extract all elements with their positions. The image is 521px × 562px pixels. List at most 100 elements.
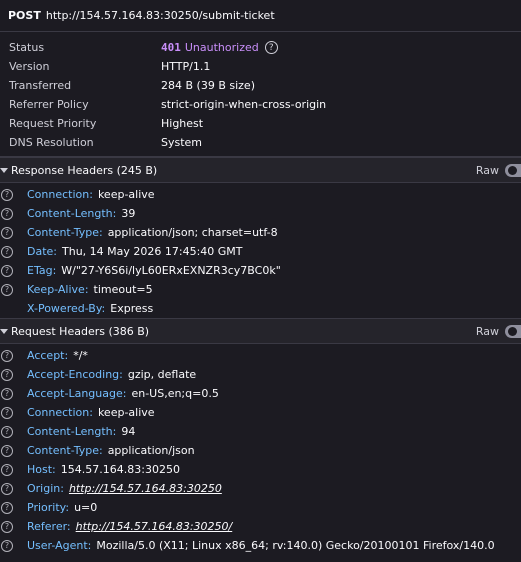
status-text: Unauthorized [184,41,259,54]
help-icon[interactable]: ? [1,349,13,362]
request-url[interactable]: http://154.57.164.83:30250/submit-ticket [46,9,275,22]
summary-row-referrer-policy: Referrer Policy strict-origin-when-cross… [0,95,521,114]
header-name: Priority: [27,501,70,514]
help-icon[interactable]: ? [1,368,13,381]
summary-key: Request Priority [9,117,97,130]
status-code: 401 [161,41,181,54]
help-icon[interactable]: ? [1,188,13,201]
header-row: X-Powered-By: Express [0,299,521,318]
summary-row-request-priority: Request Priority Highest [0,114,521,133]
summary-row-version: Version HTTP/1.1 [0,57,521,76]
help-icon[interactable]: ? [1,444,13,457]
request-summary: Status 401 Unauthorized ? Version HTTP/1… [0,32,521,157]
summary-value: 284 B (39 B size) [161,79,255,92]
header-value: Express [110,302,154,315]
header-name: Content-Length: [27,207,117,220]
header-name: Host: [27,463,56,476]
request-headers-title: Request Headers (386 B) [11,324,150,338]
summary-value: Highest [161,117,204,130]
chevron-down-icon [0,328,8,334]
header-row: ? Referer: http://154.57.164.83:30250/ [0,517,521,536]
header-value: W/"27-Y6S6i/lyL60ERxEXNZR3cy7BC0k" [61,264,281,277]
header-value: application/json; charset=utf-8 [107,226,278,239]
help-icon[interactable]: ? [1,406,13,419]
help-icon[interactable]: ? [1,387,13,400]
header-row: ? Priority: u=0 [0,498,521,517]
help-icon[interactable]: ? [1,264,13,277]
summary-row-transferred: Transferred 284 B (39 B size) [0,76,521,95]
help-icon[interactable]: ? [1,501,13,514]
header-row: ? Content-Type: application/json [0,441,521,460]
header-name: ETag: [27,264,57,277]
raw-toggle[interactable]: Raw [475,324,521,338]
network-request-details-panel: POST http://154.57.164.83:30250/submit-t… [0,0,521,562]
header-row: ? Date: Thu, 14 May 2026 17:45:40 GMT [0,242,521,261]
header-name: Accept-Encoding: [27,368,123,381]
header-value: u=0 [74,501,98,514]
help-icon[interactable]: ? [1,463,13,476]
header-row: ? Connection: keep-alive [0,403,521,422]
header-row: ? Accept: */* [0,346,521,365]
toggle-switch-icon[interactable] [505,324,521,338]
header-value: keep-alive [97,406,155,419]
help-icon[interactable]: ? [264,41,278,54]
toggle-switch-icon[interactable] [505,163,521,177]
header-name: X-Powered-By: [27,302,106,315]
header-name: Accept: [27,349,69,362]
header-name: Content-Type: [27,444,103,457]
header-row: ? ETag: W/"27-Y6S6i/lyL60ERxEXNZR3cy7BC0k" [0,261,521,280]
header-value: 39 [121,207,136,220]
help-icon[interactable]: ? [1,482,13,495]
request-headers-list: ? Accept: */*? Accept-Encoding: gzip, deflat… [0,344,521,555]
header-name: Referer: [27,520,71,533]
help-icon[interactable]: ? [1,520,13,533]
response-headers-title: Response Headers (245 B) [11,163,158,177]
header-row: ? Content-Type: application/json; charset=… [0,223,521,242]
header-row: ? Host: 154.57.164.83:30250 [0,460,521,479]
summary-key: Status [9,41,45,54]
help-icon[interactable]: ? [1,245,13,258]
help-icon[interactable]: ? [1,207,13,220]
help-icon[interactable]: ? [1,425,13,438]
header-row: ? Accept-Encoding: gzip, deflate [0,365,521,384]
summary-value: 401 Unauthorized ? [161,41,278,54]
header-value: en-US,en;q=0.5 [131,387,219,400]
summary-key: Transferred [9,79,72,92]
raw-label: Raw [475,163,499,177]
summary-value: strict-origin-when-cross-origin [161,98,327,111]
header-value: application/json [107,444,195,457]
header-name: Origin: [27,482,64,495]
summary-key: Version [9,60,50,73]
help-icon[interactable]: ? [1,539,13,552]
header-value: Mozilla/5.0 (X11; Linux x86_64; rv:140.0… [96,539,495,552]
raw-toggle[interactable]: Raw [475,163,521,177]
raw-label: Raw [475,324,499,338]
header-value-link[interactable]: http://154.57.164.83:30250 [69,482,222,495]
header-row: ? Connection: keep-alive [0,185,521,204]
header-name: Connection: [27,188,93,201]
header-row: ? Keep-Alive: timeout=5 [0,280,521,299]
header-value-link[interactable]: http://154.57.164.83:30250/ [76,520,233,533]
header-value: timeout=5 [93,283,153,296]
header-name: User-Agent: [27,539,92,552]
summary-row-dns-resolution: DNS Resolution System [0,133,521,152]
header-row: ? User-Agent: Mozilla/5.0 (X11; Linux x86_… [0,536,521,555]
header-value: gzip, deflate [127,368,197,381]
header-row: ? Origin: http://154.57.164.83:30250 [0,479,521,498]
response-headers-section-toggle[interactable]: Response Headers (245 B) Raw [0,157,521,183]
summary-value: System [161,136,203,149]
header-value: 154.57.164.83:30250 [60,463,180,476]
header-name: Date: [27,245,57,258]
help-icon[interactable]: ? [1,283,13,296]
request-line: POST http://154.57.164.83:30250/submit-t… [0,0,521,32]
summary-key: DNS Resolution [9,136,94,149]
header-row: ? Content-Length: 94 [0,422,521,441]
header-name: Content-Length: [27,425,117,438]
request-method: POST [8,9,41,22]
response-headers-list: ? Connection: keep-alive? Content-Length: 39… [0,183,521,318]
header-name: Accept-Language: [27,387,127,400]
help-icon[interactable]: ? [1,226,13,239]
chevron-down-icon [0,167,8,173]
request-headers-section-toggle[interactable]: Request Headers (386 B) Raw [0,318,521,344]
header-value: */* [73,349,88,362]
